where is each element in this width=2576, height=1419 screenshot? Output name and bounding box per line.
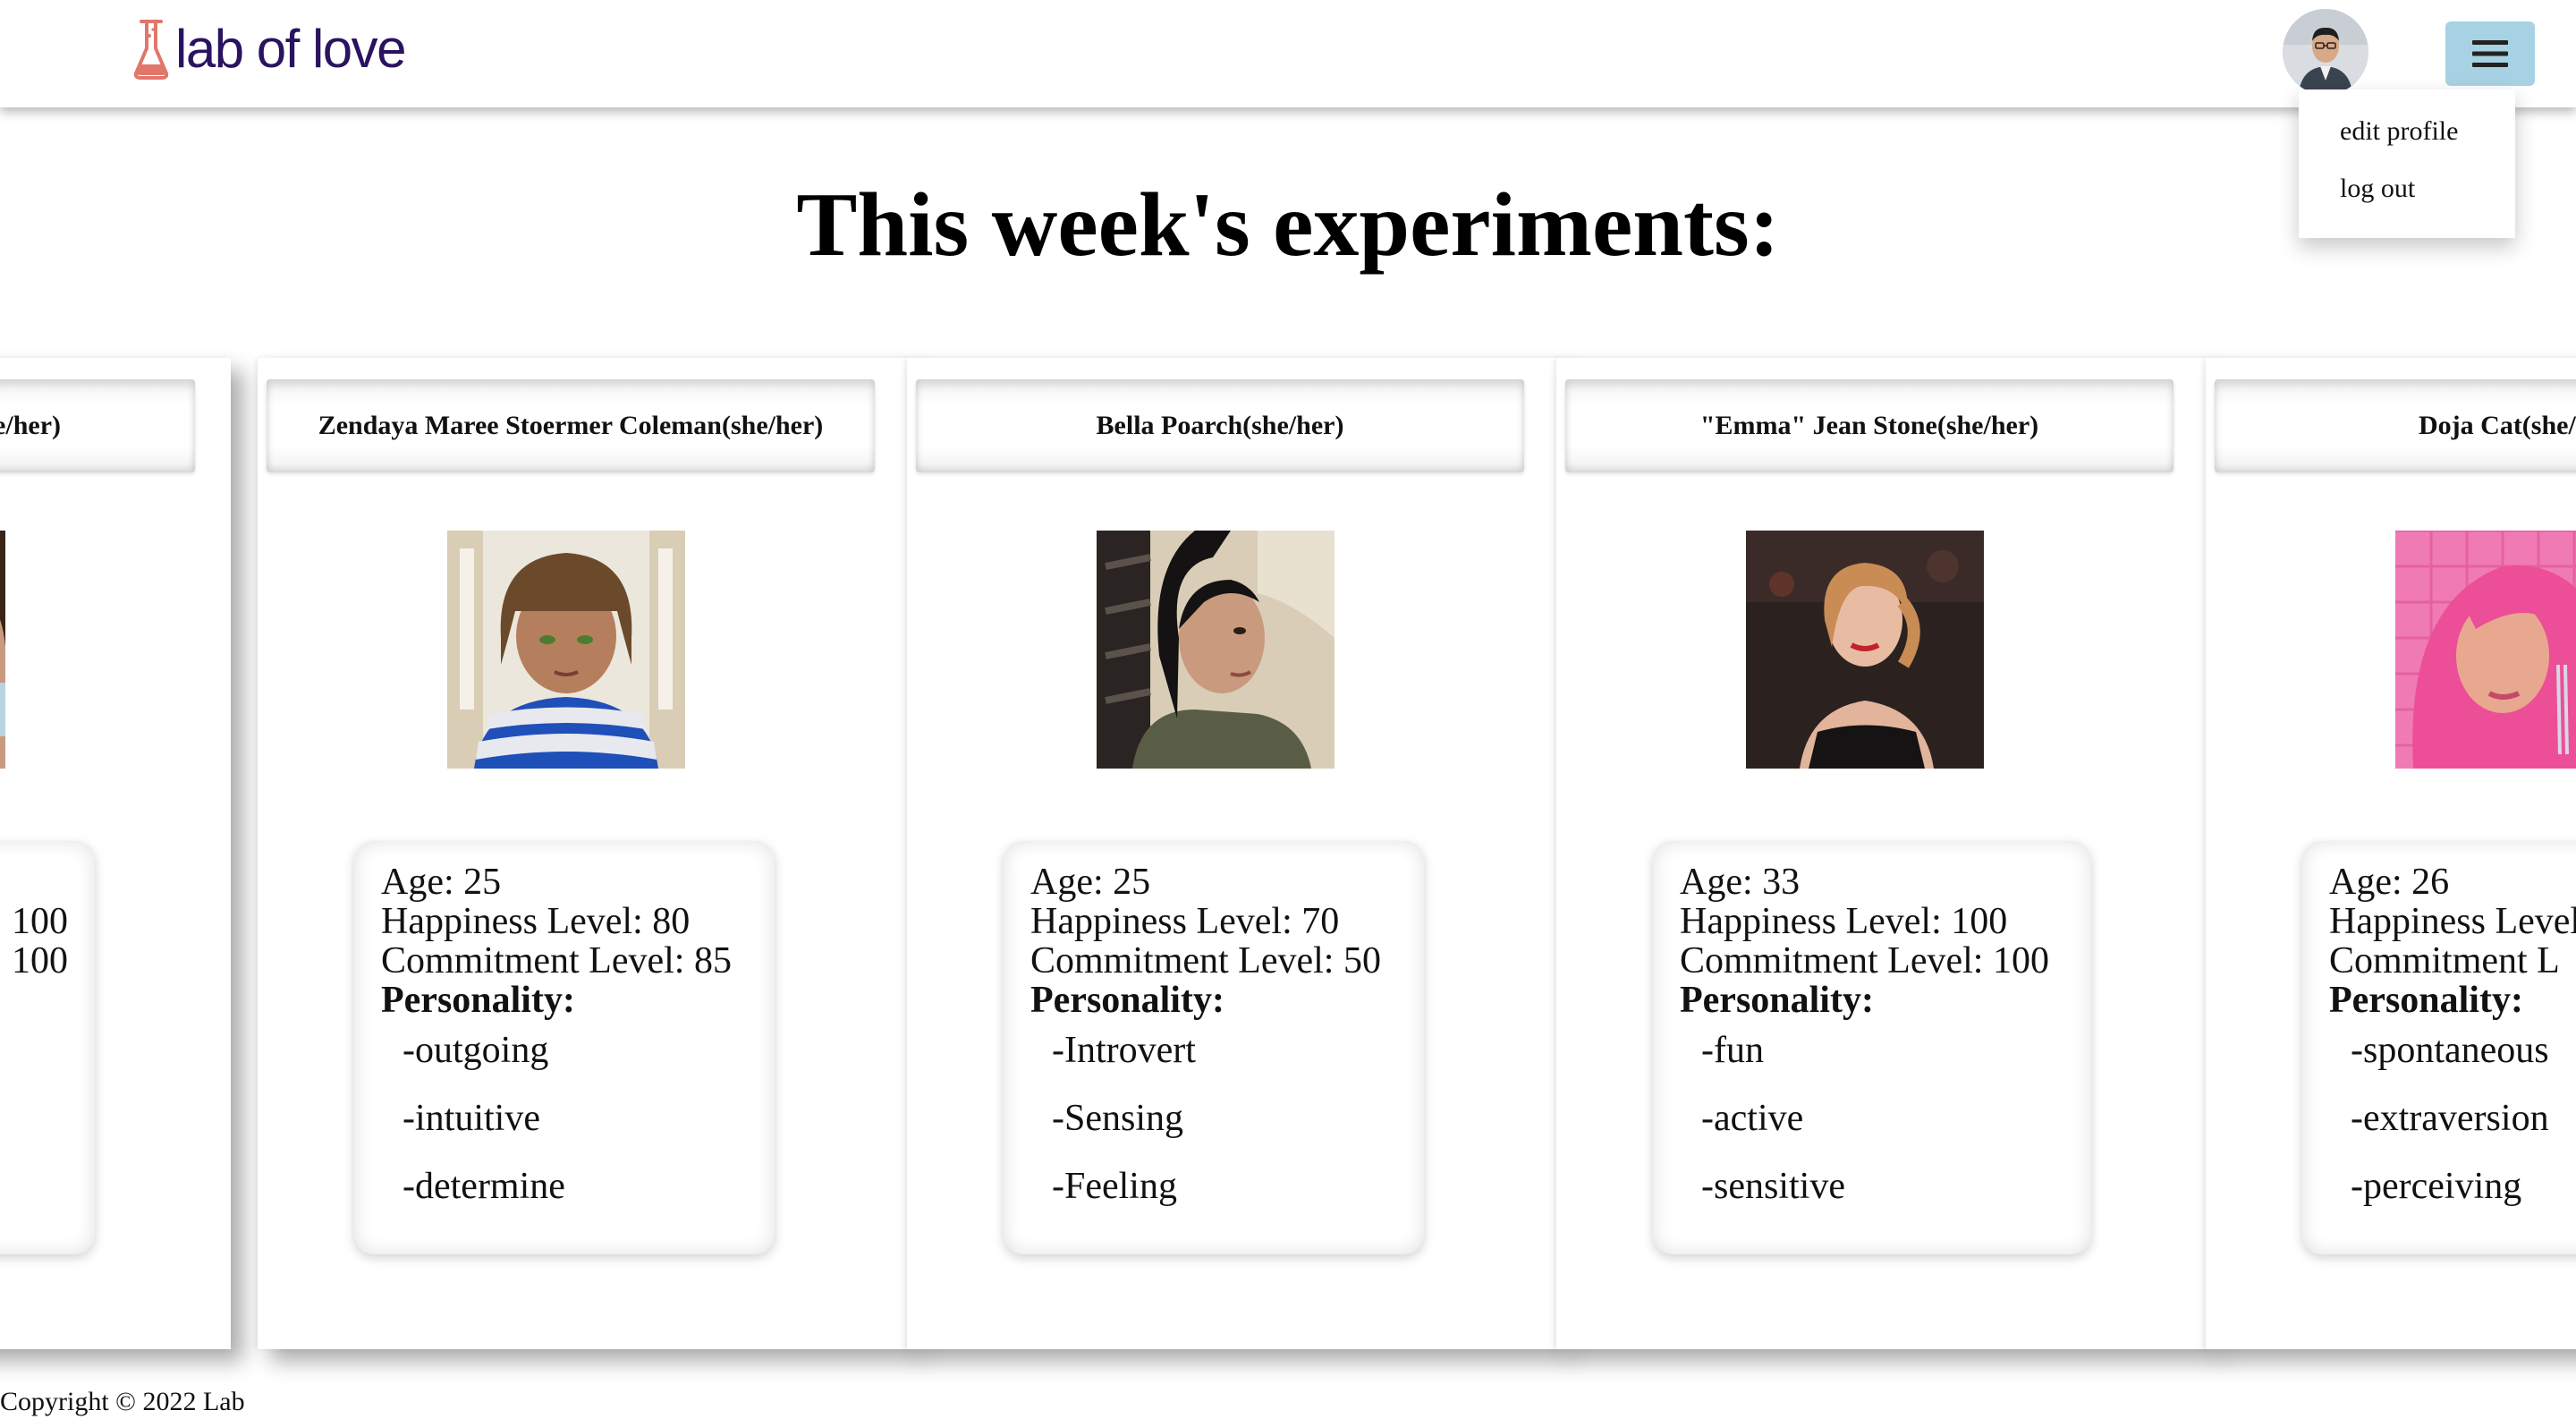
card-name: "Emma" Jean Stone(she/her)	[1699, 411, 2039, 440]
stats-box: 100 vel: 100	[0, 841, 95, 1254]
profile-photo	[1097, 531, 1335, 769]
profile-photo	[447, 531, 685, 769]
brand-name: lab of love	[175, 19, 407, 79]
flask-icon	[133, 20, 169, 80]
age-text: Age: 33	[1680, 862, 1801, 903]
happiness-text: Happiness Level: 70	[1030, 901, 1340, 942]
age-text: Age: 25	[381, 862, 502, 903]
brand-logo-link[interactable]: lab of love	[132, 18, 407, 81]
profile-photo	[1746, 531, 1984, 769]
age-text: Age: 25	[1030, 862, 1151, 903]
menu-toggle-button[interactable]	[2445, 21, 2535, 86]
profile-card[interactable]: "Emma" Jean Stone(she/her) Age: 33 Happi…	[1556, 358, 2209, 1349]
avatar-image	[2283, 9, 2368, 95]
trait-item: -intuitive	[402, 1098, 540, 1139]
card-name: (she/her)	[0, 411, 61, 440]
trait-item: -spontaneous	[2351, 1030, 2549, 1071]
trait-item: -Introvert	[1052, 1030, 1196, 1071]
commitment-text: Commitment L	[2329, 940, 2560, 981]
trait-item: -outgoing	[402, 1030, 549, 1071]
profile-card[interactable]: (she/her) 100 vel: 100	[0, 358, 231, 1349]
personality-traits: -outgoing -intuitive -determine	[402, 1031, 565, 1235]
commitment-text: vel: 100	[0, 940, 68, 981]
card-header: (she/her)	[0, 379, 195, 472]
personality-label: Personality:	[1680, 980, 1874, 1021]
card-name: Bella Poarch(she/her)	[1096, 411, 1344, 440]
personality-traits: -fun -active -sensitive	[1701, 1031, 1845, 1235]
personality-label: Personality:	[381, 980, 575, 1021]
age-text	[0, 862, 68, 902]
menu-item-edit-profile[interactable]: edit profile	[2340, 116, 2458, 147]
stats-box: Age: 33 Happiness Level: 100 Commitment …	[1653, 841, 2091, 1254]
card-header: Zendaya Maree Stoermer Coleman(she/her)	[267, 379, 875, 472]
profile-card[interactable]: Zendaya Maree Stoermer Coleman(she/her)	[258, 358, 911, 1349]
personality-traits: -Introvert -Sensing -Feeling	[1052, 1031, 1196, 1235]
card-name: Zendaya Maree Stoermer Coleman(she/her)	[318, 411, 824, 440]
profile-photo	[0, 531, 5, 769]
trait-item: -perceiving	[2351, 1166, 2522, 1207]
trait-item: -fun	[1701, 1030, 1764, 1071]
stats-box: Age: 25 Happiness Level: 80 Commitment L…	[354, 841, 775, 1254]
happiness-text: Happiness Level: 80	[381, 901, 691, 942]
personality-traits: -spontaneous -extraversion -perceiving	[2351, 1031, 2549, 1235]
happiness-text: Happiness Level: 100	[1680, 901, 2008, 942]
experiments-carousel: (she/her) 100 vel: 100	[0, 0, 2576, 1419]
user-dropdown-menu: edit profile log out	[2299, 89, 2515, 238]
age-text: Age: 26	[2329, 862, 2450, 903]
profile-card[interactable]: Doja Cat(she/her) Age: 26 Happiness L	[2206, 358, 2576, 1349]
happiness-text: Happiness Level	[2329, 901, 2576, 942]
commitment-text: Commitment Level: 85	[381, 940, 732, 981]
hamburger-icon	[2472, 40, 2508, 67]
top-navbar: lab of love	[0, 0, 2576, 107]
personality-label: Personality:	[2329, 980, 2523, 1021]
card-header: Bella Poarch(she/her)	[916, 379, 1524, 472]
trait-item: -Sensing	[1052, 1098, 1183, 1139]
profile-card[interactable]: Bella Poarch(she/her) Age: 25 Happiness …	[907, 358, 1560, 1349]
trait-item: -Feeling	[1052, 1166, 1177, 1207]
trait-item: -extraversion	[2351, 1098, 2549, 1139]
trait-item: -active	[1701, 1098, 1804, 1139]
trait-item: -determine	[402, 1166, 565, 1207]
footer-copyright: Copyright © 2022 Lab	[0, 1387, 245, 1416]
profile-photo	[2395, 531, 2576, 769]
stats-box: Age: 25 Happiness Level: 70 Commitment L…	[1004, 841, 1424, 1254]
card-header: Doja Cat(she/her)	[2215, 379, 2576, 472]
commitment-text: Commitment Level: 50	[1030, 940, 1381, 981]
happiness-text: 100	[12, 901, 68, 942]
personality-label: Personality:	[1030, 980, 1224, 1021]
card-name: Doja Cat(she/her)	[2419, 411, 2576, 440]
trait-item: -sensitive	[1701, 1166, 1845, 1207]
card-header: "Emma" Jean Stone(she/her)	[1565, 379, 2174, 472]
page: lab of love edit profile log out This we…	[0, 0, 2576, 1419]
user-avatar[interactable]	[2283, 9, 2368, 95]
stats-box: Age: 26 Happiness Level Commitment L Per…	[2302, 841, 2576, 1254]
commitment-text: Commitment Level: 100	[1680, 940, 2049, 981]
menu-item-log-out[interactable]: log out	[2340, 174, 2415, 204]
